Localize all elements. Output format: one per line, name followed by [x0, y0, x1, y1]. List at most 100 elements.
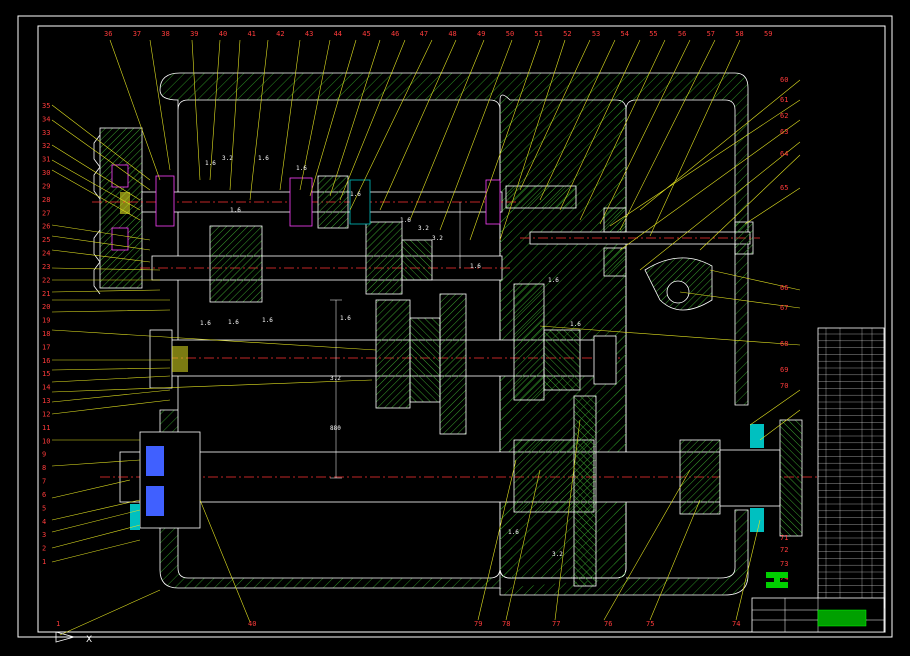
- balloon-label: 56: [678, 30, 686, 38]
- balloon-label: 42: [276, 30, 284, 38]
- shaft-2: [140, 255, 510, 281]
- balloon-label: 62: [780, 112, 788, 120]
- surface-finish-label: 1.6: [200, 320, 211, 327]
- balloon-label: 54: [621, 30, 629, 38]
- surface-finish-label: 1.6: [350, 191, 361, 198]
- balloon-label: 18: [42, 330, 50, 338]
- surface-finish-label: 3.2: [418, 225, 429, 232]
- balloon-label: 69: [780, 366, 788, 374]
- surface-finish-label: 1.6: [262, 317, 273, 324]
- balloon-label: 46: [391, 30, 399, 38]
- surface-finish-label: 1.6: [470, 263, 481, 270]
- surface-finish-label: 1.6: [548, 277, 559, 284]
- assembly-drawing: 36 37 38 39 40 41 42 43 44 45 46 47 48 49 50 51 52 53 54 55…: [17, 15, 893, 645]
- balloon-label: 66: [780, 284, 788, 292]
- surface-finish-label: 1.6: [400, 217, 411, 224]
- balloon-label: 59: [764, 30, 772, 38]
- balloon-label: 26: [42, 223, 50, 231]
- balloon-label: 27: [42, 209, 50, 217]
- surface-finish-label: 1.6: [228, 319, 239, 326]
- spindle-shaft: [100, 419, 835, 537]
- balloon-label: 68: [780, 340, 788, 348]
- balloon-label: 43: [305, 30, 313, 38]
- surface-finish-label: 3.2: [432, 235, 443, 242]
- surface-finish-label: 1.6: [230, 207, 241, 214]
- balloon-label: 10: [42, 437, 50, 445]
- balloon-label: 77: [552, 620, 560, 628]
- surface-finish-label: 1.6: [340, 315, 351, 322]
- balloon-label: 6: [42, 491, 46, 499]
- balloon-label: 11: [42, 424, 50, 432]
- balloon-label: 14: [42, 384, 50, 392]
- surface-finish-label: 3.2: [552, 551, 563, 558]
- balloon-label: 4: [42, 518, 46, 526]
- balloon-label: 7: [42, 478, 46, 486]
- bottom-balloon-row: 1 40 79 78 77 76 75 74: [56, 620, 740, 628]
- balloon-label: 39: [190, 30, 198, 38]
- surface-finish-label: 1.6: [205, 160, 216, 167]
- balloon-label: 23: [42, 263, 50, 271]
- balloon-label: 50: [506, 30, 514, 38]
- balloon-label: 79: [474, 620, 482, 628]
- balloon-label: 19: [42, 317, 50, 325]
- balloon-label: 76: [604, 620, 612, 628]
- parts-list-table: [817, 327, 885, 609]
- cad-viewport[interactable]: 36 37 38 39 40 41 42 43 44 45 46 47 48 49 50 51 52 53 54 55…: [0, 0, 910, 656]
- balloon-label: 37: [133, 30, 141, 38]
- balloon-label: 22: [42, 276, 50, 284]
- balloon-label: 58: [735, 30, 743, 38]
- balloon-label: 33: [42, 129, 50, 137]
- ucs-x-label: X: [86, 635, 92, 645]
- balloon-label: 2: [42, 545, 46, 553]
- balloon-label: 47: [420, 30, 428, 38]
- title-block: [751, 597, 885, 633]
- balloon-label: 20: [42, 303, 50, 311]
- surface-finish-label: 1.6: [258, 155, 269, 162]
- balloon-label: 35: [42, 102, 50, 110]
- balloon-label: 78: [502, 620, 510, 628]
- balloon-label: 31: [42, 156, 50, 164]
- balloon-label: 1: [42, 558, 46, 566]
- balloon-label: 57: [707, 30, 715, 38]
- balloon-label: 15: [42, 370, 50, 378]
- balloon-label: 60: [780, 76, 788, 84]
- surface-finish-label: 1.6: [508, 529, 519, 536]
- balloon-label: 40: [248, 620, 256, 628]
- balloon-label: 29: [42, 182, 50, 190]
- balloon-label: 51: [534, 30, 542, 38]
- balloon-label: 40: [219, 30, 227, 38]
- balloon-label: 67: [780, 304, 788, 312]
- surface-finish-label: 3.2: [222, 155, 233, 162]
- balloon-label: 45: [362, 30, 370, 38]
- balloon-label: 16: [42, 357, 50, 365]
- surface-finish-label: 880: [330, 425, 341, 432]
- balloon-label: 70: [780, 382, 788, 390]
- balloon-label: 63: [780, 128, 788, 136]
- balloon-label: 61: [780, 96, 788, 104]
- balloon-label: 44: [334, 30, 342, 38]
- balloon-label: 74: [732, 620, 740, 628]
- balloon-label: 32: [42, 142, 50, 150]
- ucs-axis-icon: [55, 631, 84, 643]
- balloon-label: 13: [42, 397, 50, 405]
- balloon-label: 12: [42, 410, 50, 418]
- balloon-label: 53: [592, 30, 600, 38]
- balloon-label: 52: [563, 30, 571, 38]
- balloon-label: 41: [247, 30, 255, 38]
- balloon-label: 30: [42, 169, 50, 177]
- balloon-label: 5: [42, 504, 46, 512]
- surface-finish-label: 1.6: [570, 321, 581, 328]
- balloon-label: 48: [448, 30, 456, 38]
- balloon-label: 36: [104, 30, 112, 38]
- surface-finish-label: 3.2: [330, 375, 341, 382]
- balloon-label: 49: [477, 30, 485, 38]
- left-balloon-column: 3534333231302928272625242322212019181716…: [42, 102, 50, 566]
- balloon-label: 21: [42, 290, 50, 298]
- balloon-label: 38: [161, 30, 169, 38]
- balloon-label: 1: [56, 620, 60, 628]
- balloon-label: 55: [649, 30, 657, 38]
- surface-finish-label: 1.6: [296, 165, 307, 172]
- balloon-label: 71: [780, 534, 788, 542]
- balloon-label: 75: [646, 620, 654, 628]
- balloon-label: 72: [780, 546, 788, 554]
